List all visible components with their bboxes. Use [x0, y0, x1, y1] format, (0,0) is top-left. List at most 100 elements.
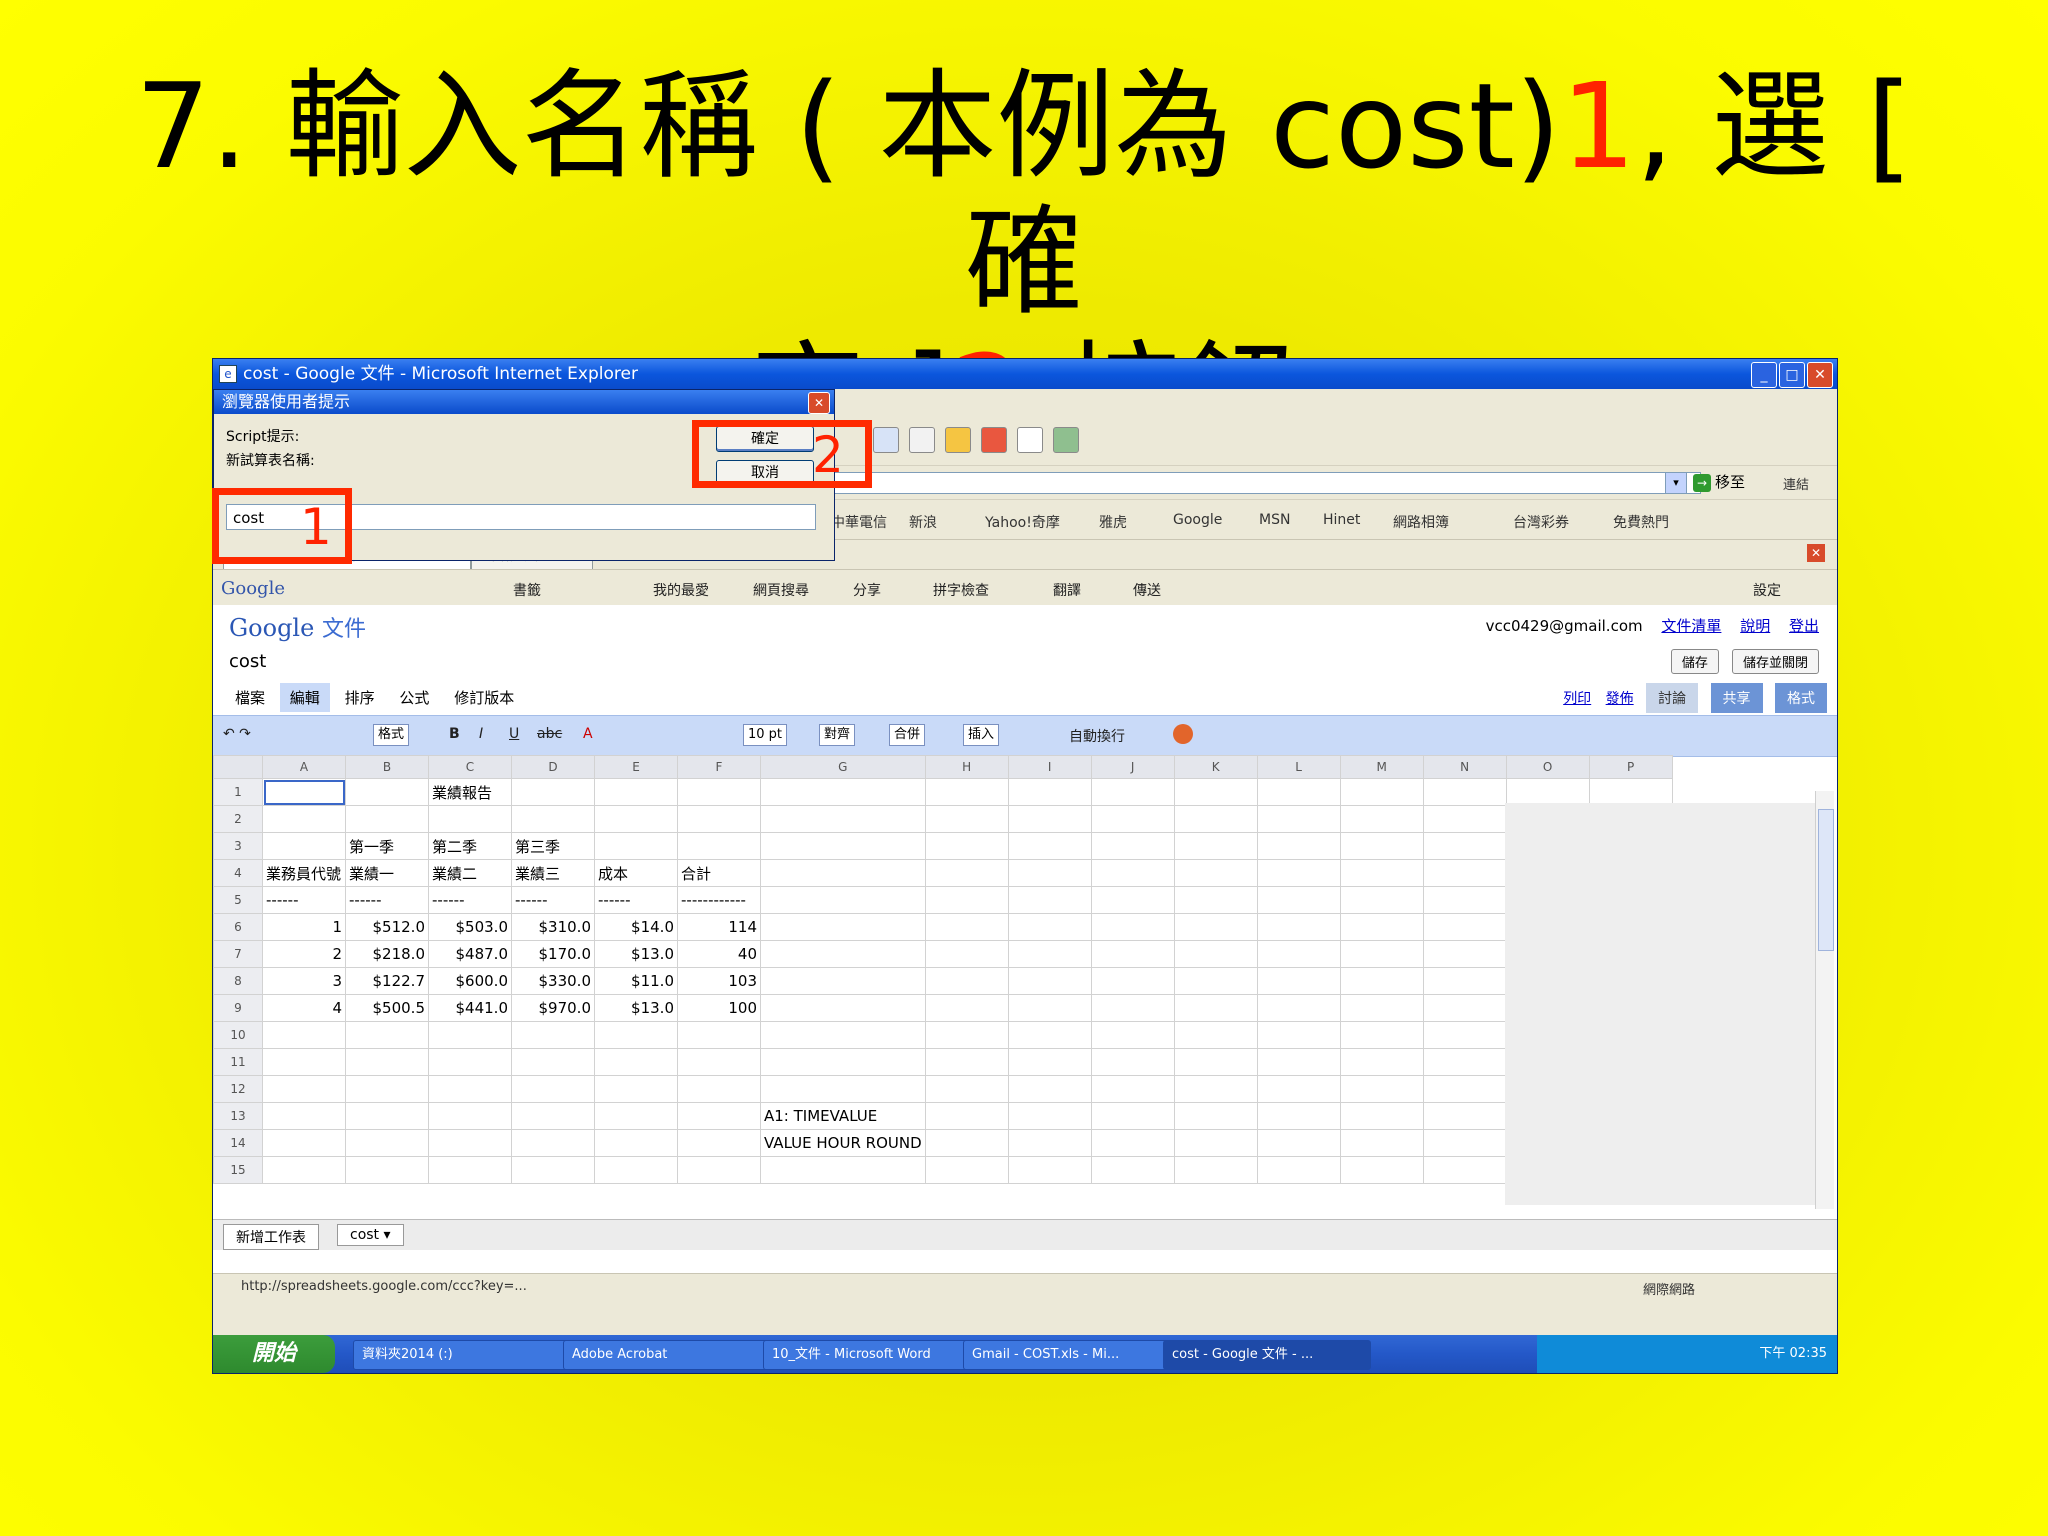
italic-button[interactable]: I [479, 726, 483, 742]
cell[interactable] [1422, 778, 1507, 806]
cell[interactable] [345, 805, 429, 833]
cell[interactable] [262, 1048, 346, 1076]
cell[interactable] [262, 832, 346, 860]
cell[interactable] [1007, 859, 1092, 887]
cell[interactable] [760, 1075, 926, 1103]
cell[interactable] [1256, 805, 1341, 833]
cell[interactable] [1422, 1021, 1507, 1049]
vertical-scrollbar[interactable] [1815, 791, 1834, 1209]
cell[interactable] [1173, 859, 1258, 887]
cell[interactable] [677, 805, 761, 833]
row-header[interactable]: 6 [213, 913, 263, 941]
close-button[interactable]: ✕ [1807, 362, 1833, 388]
cell[interactable] [1173, 940, 1258, 968]
cell[interactable] [1007, 1048, 1092, 1076]
cell[interactable]: A1: TIMEVALUE [760, 1102, 926, 1130]
column-header[interactable]: K [1173, 755, 1258, 779]
cell[interactable] [760, 1156, 926, 1184]
cell[interactable] [1007, 1075, 1092, 1103]
link-item[interactable]: Google [1173, 512, 1222, 528]
cell[interactable] [1007, 886, 1092, 914]
cell[interactable] [1090, 1048, 1175, 1076]
cell[interactable] [760, 778, 926, 806]
cell[interactable] [262, 1129, 346, 1157]
cell[interactable] [1173, 1102, 1258, 1130]
save-close-button[interactable]: 儲存並關閉 [1731, 649, 1819, 674]
cell[interactable]: 第一季 [345, 832, 429, 860]
publish-link[interactable]: 發佈 [1606, 688, 1634, 708]
cell[interactable] [262, 1075, 346, 1103]
cell[interactable] [1339, 886, 1424, 914]
docs-logo[interactable]: Google 文件 [229, 611, 366, 643]
cell[interactable] [1256, 994, 1341, 1022]
corner-cell[interactable] [213, 755, 263, 779]
cell[interactable]: 3 [262, 967, 346, 995]
cell[interactable] [1339, 1075, 1424, 1103]
cell[interactable] [1422, 1129, 1507, 1157]
row-header[interactable]: 9 [213, 994, 263, 1022]
cell[interactable] [428, 1075, 512, 1103]
column-header[interactable]: N [1422, 755, 1507, 779]
cell[interactable]: 成本 [594, 859, 678, 887]
align-select[interactable]: 對齊 [819, 724, 856, 746]
cell[interactable] [1256, 1048, 1341, 1076]
menu-sort[interactable]: 排序 [335, 683, 385, 712]
cell[interactable]: 100 [677, 994, 761, 1022]
cell[interactable] [1090, 1021, 1175, 1049]
cell[interactable] [1339, 940, 1424, 968]
cell[interactable] [1090, 1075, 1175, 1103]
cell[interactable] [924, 913, 1009, 941]
link-item[interactable]: 網路相簿 [1393, 512, 1449, 532]
cell[interactable] [1007, 967, 1092, 995]
cell[interactable]: ------------ [677, 886, 761, 914]
add-sheet-button[interactable]: 新增工作表 [223, 1224, 319, 1250]
cell[interactable]: $13.0 [594, 994, 678, 1022]
googlebar-item[interactable]: 翻譯 [1053, 580, 1081, 600]
cell[interactable] [677, 1075, 761, 1103]
cell[interactable] [1339, 1021, 1424, 1049]
column-header[interactable]: B [345, 755, 429, 779]
cell[interactable] [1090, 886, 1175, 914]
cell[interactable] [1173, 913, 1258, 941]
cell[interactable] [1173, 994, 1258, 1022]
cell[interactable] [1007, 805, 1092, 833]
cell[interactable] [924, 1048, 1009, 1076]
cell[interactable] [1339, 832, 1424, 860]
link-item[interactable]: 中華電信 [831, 512, 887, 532]
cell[interactable] [1505, 778, 1590, 806]
cell[interactable] [1422, 1156, 1507, 1184]
address-dropdown-icon[interactable]: ▾ [1665, 472, 1687, 494]
cell[interactable] [345, 1021, 429, 1049]
cell[interactable]: $600.0 [428, 967, 512, 995]
row-header[interactable]: 15 [213, 1156, 263, 1184]
cell[interactable] [262, 1021, 346, 1049]
merge-select[interactable]: 合併 [889, 724, 926, 746]
link-item[interactable]: 免費熱門 [1613, 512, 1669, 532]
taskbar-item[interactable]: Adobe Acrobat [563, 1340, 771, 1370]
cell[interactable]: 業績二 [428, 859, 512, 887]
cell[interactable]: ------ [511, 886, 595, 914]
cell[interactable] [1256, 967, 1341, 995]
save-button[interactable]: 儲存 [1670, 649, 1719, 674]
cell[interactable]: $310.0 [511, 913, 595, 941]
column-header[interactable]: I [1007, 755, 1092, 779]
cell[interactable] [1007, 940, 1092, 968]
cell[interactable] [1090, 1102, 1175, 1130]
cell[interactable]: $503.0 [428, 913, 512, 941]
cell[interactable] [924, 1021, 1009, 1049]
cell[interactable] [1339, 859, 1424, 887]
cell[interactable] [1173, 805, 1258, 833]
cell[interactable] [594, 1021, 678, 1049]
cell[interactable] [1173, 886, 1258, 914]
cell[interactable] [1007, 832, 1092, 860]
cell[interactable]: $970.0 [511, 994, 595, 1022]
cell[interactable] [1339, 1102, 1424, 1130]
cell[interactable]: 業績報告 [428, 778, 512, 806]
googlebar-item[interactable]: 傳送 [1133, 580, 1161, 600]
taskbar-item[interactable]: 資料夾2014 (:) [353, 1340, 571, 1370]
column-header[interactable]: E [594, 755, 678, 779]
doc-list-link[interactable]: 文件清單 [1661, 617, 1721, 635]
cell[interactable] [262, 1102, 346, 1130]
cell[interactable] [345, 1156, 429, 1184]
menu-revisions[interactable]: 修訂版本 [444, 683, 524, 712]
